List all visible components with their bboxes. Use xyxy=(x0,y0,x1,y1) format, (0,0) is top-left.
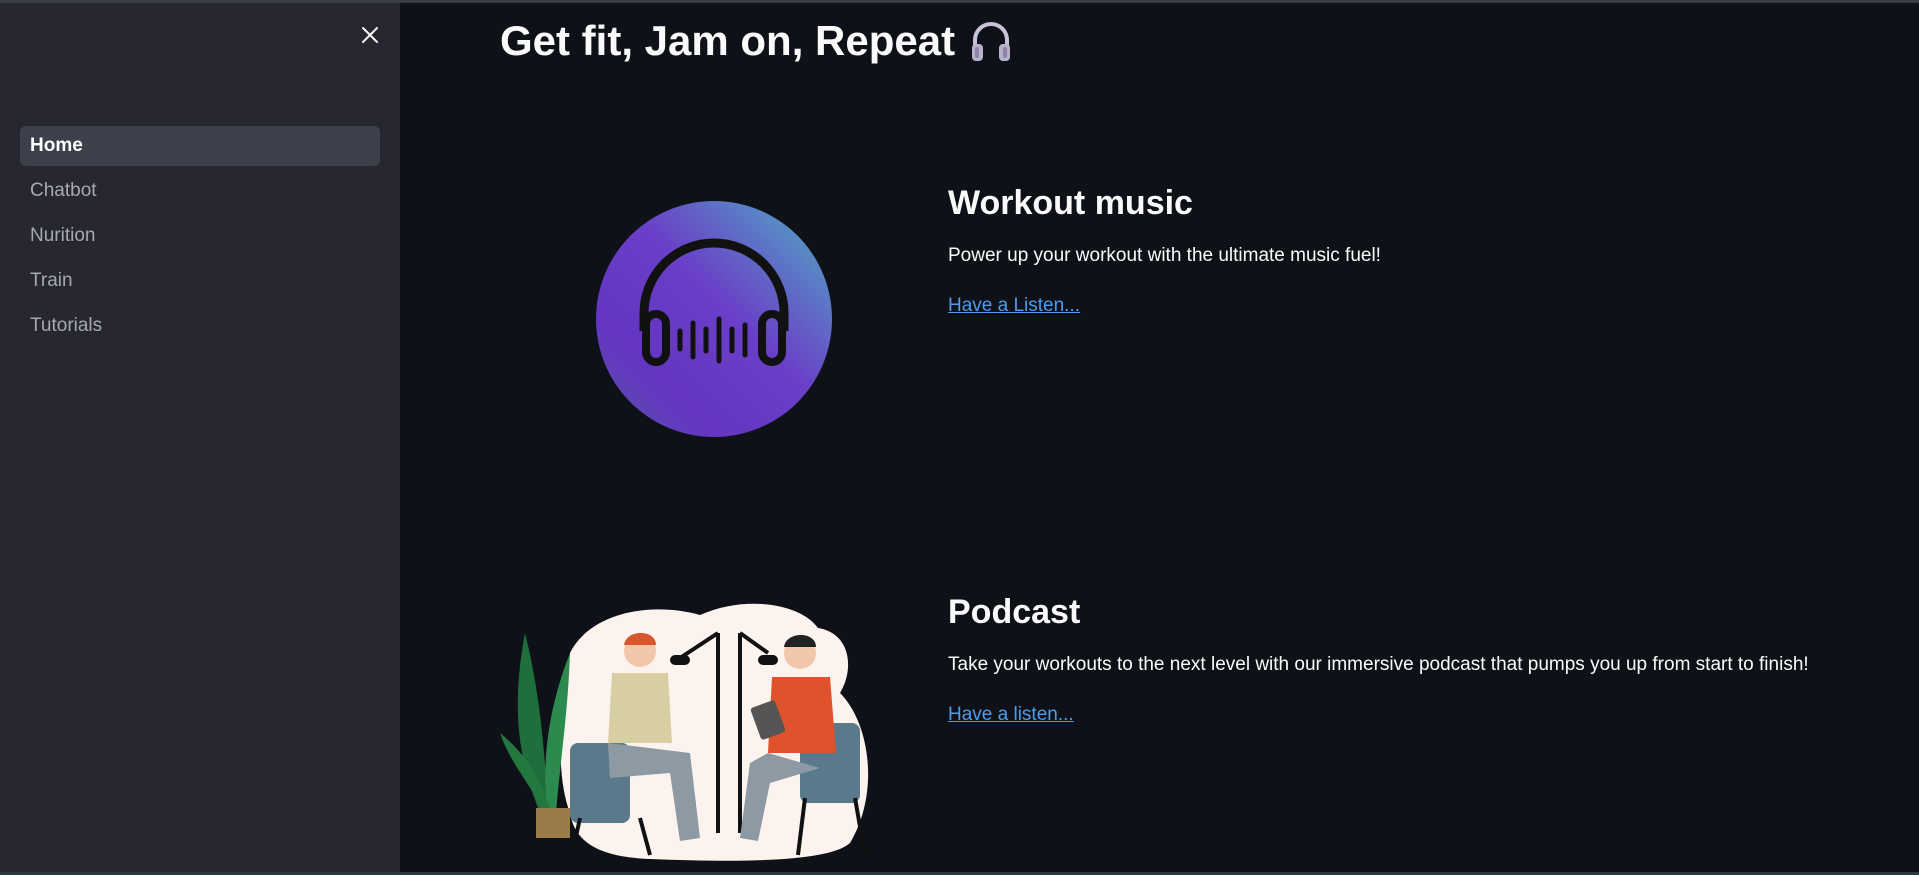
sidebar-item-chatbot[interactable]: Chatbot xyxy=(20,171,380,211)
music-logo-image xyxy=(596,201,832,437)
sidebar-item-tutorials[interactable]: Tutorials xyxy=(20,306,380,346)
section-workout-music: Workout music Power up your workout with… xyxy=(948,181,1898,317)
podcast-illustration xyxy=(500,593,920,865)
sidebar-item-nutrition[interactable]: Nurition xyxy=(20,216,380,256)
section-description: Power up your workout with the ultimate … xyxy=(948,245,1381,266)
have-a-listen-link-podcast[interactable]: Have a listen... xyxy=(948,704,1074,725)
sidebar-item-home[interactable]: Home xyxy=(20,126,380,166)
main-content: Get fit, Jam on, Repeat Workout music Po… xyxy=(400,3,1919,872)
section-heading: Podcast xyxy=(948,593,1081,631)
sidebar: Home Chatbot Nurition Train Tutorials xyxy=(0,3,400,872)
section-description: Take your workouts to the next level wit… xyxy=(948,654,1809,675)
sidebar-nav: Home Chatbot Nurition Train Tutorials xyxy=(20,126,380,351)
page-title-text: Get fit, Jam on, Repeat xyxy=(500,17,956,64)
section-heading: Workout music xyxy=(948,184,1193,222)
section-podcast: Podcast Take your workouts to the next l… xyxy=(948,590,1898,726)
close-icon xyxy=(362,27,378,43)
close-sidebar-button[interactable] xyxy=(358,23,382,47)
sidebar-item-train[interactable]: Train xyxy=(20,261,380,301)
have-a-listen-link-music[interactable]: Have a Listen... xyxy=(948,295,1080,316)
headphones-icon xyxy=(972,22,1011,61)
page-title: Get fit, Jam on, Repeat xyxy=(500,17,1013,65)
